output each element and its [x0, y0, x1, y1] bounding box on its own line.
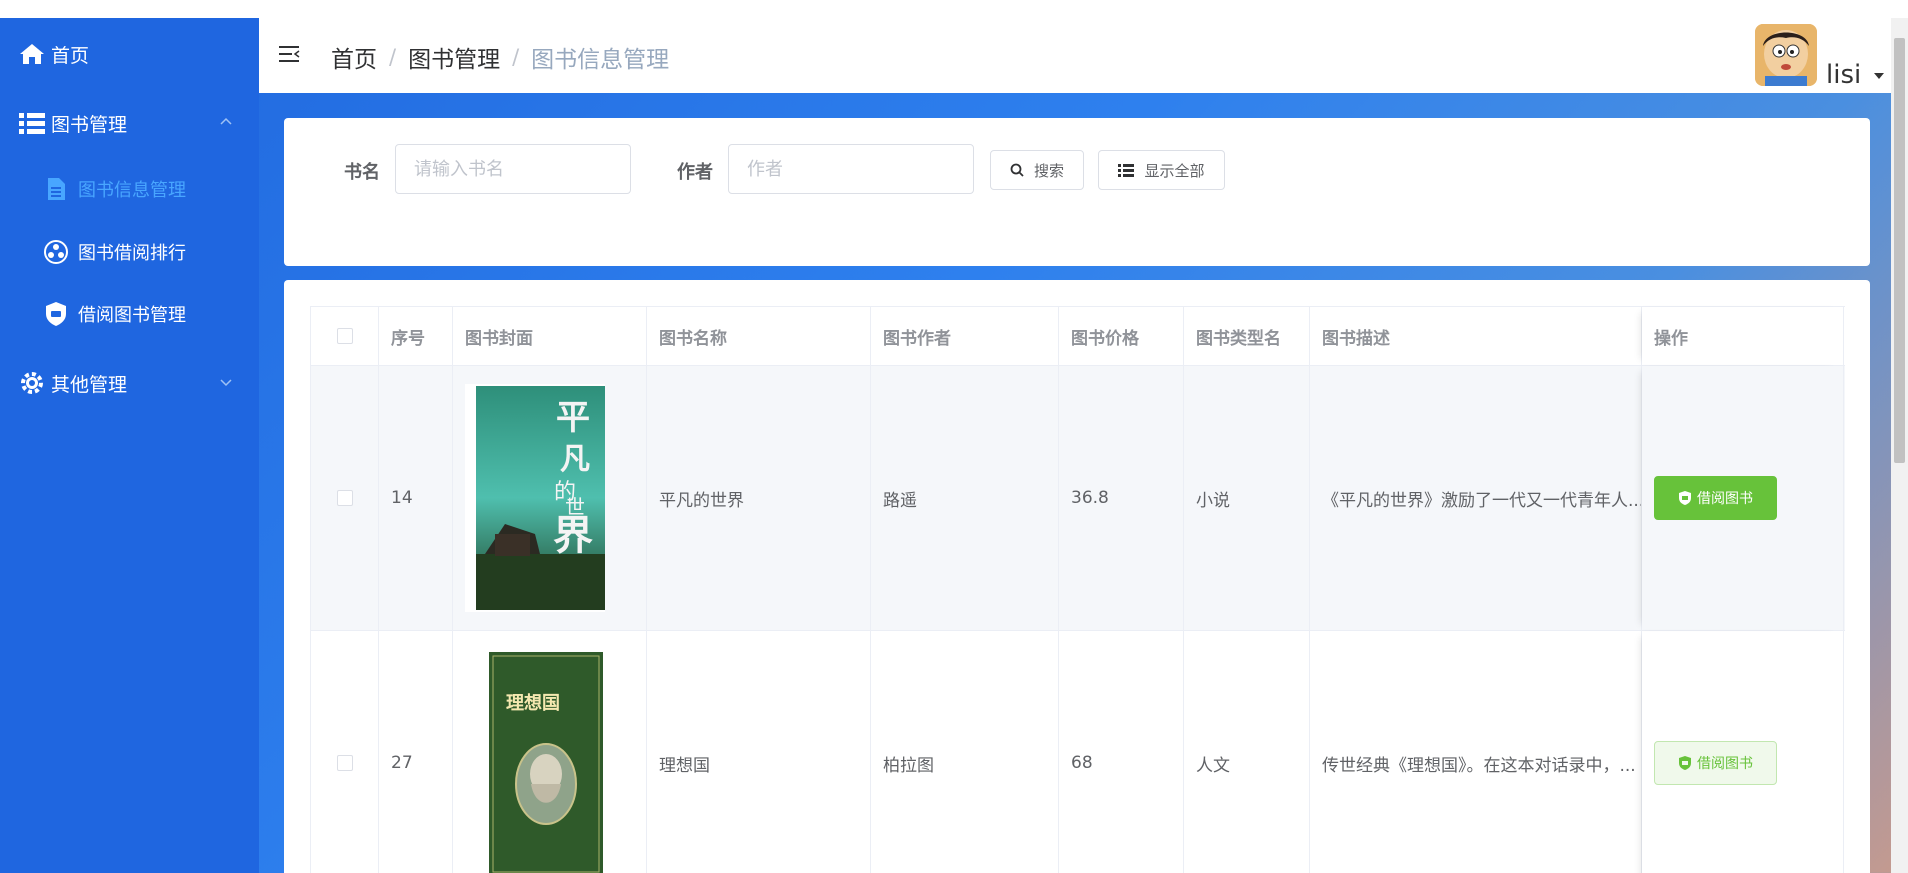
column-header-name: 图书名称 — [647, 307, 871, 365]
show-all-button[interactable]: 显示全部 — [1098, 150, 1225, 190]
search-icon — [1010, 163, 1024, 177]
table-row: 27 理想国 理想国 柏拉图 68 人文 传世经典《理想国》。在这本对话录中，.… — [311, 631, 1845, 873]
svg-text:世: 世 — [565, 495, 585, 519]
cell-id: 27 — [379, 631, 453, 873]
cell-action: 借阅图书 — [1642, 366, 1844, 630]
cell-price: 68 — [1059, 631, 1184, 873]
column-header-id: 序号 — [379, 307, 453, 365]
gear-icon — [17, 368, 47, 398]
scrollbar-thumb[interactable] — [1894, 38, 1905, 463]
list-icon — [17, 108, 47, 138]
select-all-checkbox[interactable] — [336, 328, 353, 344]
sidebar-item-label: 借阅图书管理 — [78, 305, 186, 326]
book-name-label: 书名 — [344, 162, 380, 183]
books-table: 序号 图书封面 图书名称 图书作者 图书价格 图书类型名 图书描述 操作 14 — [310, 306, 1845, 873]
cell-type: 小说 — [1184, 366, 1310, 630]
sidebar-item-borrow-management[interactable]: 借阅图书管理 — [0, 294, 259, 334]
breadcrumb-separator: / — [389, 45, 397, 69]
sidebar-item-label: 图书借阅排行 — [78, 243, 186, 264]
search-button[interactable]: 搜索 — [990, 150, 1084, 190]
column-header-description: 图书描述 — [1310, 307, 1642, 365]
sidebar-item-label: 图书信息管理 — [78, 180, 186, 201]
borrow-book-label: 借阅图书 — [1697, 491, 1753, 507]
search-button-label: 搜索 — [1033, 161, 1064, 180]
home-icon — [17, 39, 47, 69]
row-checkbox[interactable] — [336, 755, 353, 771]
column-header-type: 图书类型名 — [1184, 307, 1310, 365]
cell-price: 36.8 — [1059, 366, 1184, 630]
book-cover-image: 平 凡 的 界 世 — [465, 384, 605, 612]
sidebar-item-label: 其他管理 — [51, 373, 128, 396]
cell-type: 人文 — [1184, 631, 1310, 873]
cell-description: 《平凡的世界》激励了一代又一代青年人... — [1310, 366, 1642, 630]
cell-action: 借阅图书 — [1642, 631, 1844, 873]
row-select-cell — [311, 631, 379, 873]
show-all-button-label: 显示全部 — [1144, 161, 1205, 180]
borrow-book-label: 借阅图书 — [1697, 756, 1753, 772]
column-header-action: 操作 — [1642, 307, 1844, 365]
cell-cover: 理想国 — [453, 631, 647, 873]
cover-title: 平 — [556, 398, 590, 438]
chevron-up-icon — [220, 117, 232, 125]
avatar[interactable] — [1755, 24, 1817, 86]
sidebar-item-book-management[interactable]: 图书管理 — [0, 103, 259, 143]
ranking-icon — [42, 238, 70, 266]
cell-cover: 平 凡 的 界 世 — [453, 366, 647, 630]
caret-down-icon[interactable] — [1874, 73, 1884, 79]
cell-author: 柏拉图 — [871, 631, 1059, 873]
borrow-book-button[interactable]: 借阅图书 — [1654, 741, 1777, 785]
sidebar-item-borrow-ranking[interactable]: 图书借阅排行 — [0, 232, 259, 272]
cell-name: 平凡的世界 — [647, 366, 871, 630]
borrow-book-button[interactable]: 借阅图书 — [1654, 476, 1777, 520]
breadcrumb-home[interactable]: 首页 — [331, 40, 377, 74]
column-header-price: 图书价格 — [1059, 307, 1184, 365]
search-panel: 书名 作者 搜索 显示全部 — [284, 118, 1870, 266]
browser-strip — [0, 0, 1908, 18]
cell-description: 传世经典《理想国》。在这本对话录中，... — [1310, 631, 1642, 873]
table-header-row: 序号 图书封面 图书名称 图书作者 图书价格 图书类型名 图书描述 操作 — [311, 307, 1845, 366]
menu-collapse-icon[interactable] — [279, 44, 301, 64]
sidebar: 首页 图书管理 图书信息管理 图书借阅排行 借阅图书管理 其他管理 — [0, 18, 259, 873]
document-icon — [42, 175, 70, 203]
sidebar-item-home[interactable]: 首页 — [0, 34, 259, 74]
shield-icon — [1678, 755, 1692, 771]
chevron-down-icon — [220, 379, 232, 387]
username[interactable]: lisi — [1826, 60, 1861, 90]
svg-text:凡: 凡 — [560, 442, 590, 477]
list-icon — [1118, 163, 1135, 177]
top-header: 首页 / 图书管理 / 图书信息管理 lisi — [259, 18, 1891, 93]
author-label: 作者 — [677, 162, 713, 183]
sidebar-item-label: 首页 — [51, 44, 90, 67]
author-input[interactable] — [728, 144, 974, 194]
shield-icon — [1678, 490, 1692, 506]
sidebar-item-other[interactable]: 其他管理 — [0, 363, 259, 403]
sidebar-item-book-info[interactable]: 图书信息管理 — [0, 169, 259, 209]
select-all-cell — [311, 307, 379, 365]
cell-author: 路遥 — [871, 366, 1059, 630]
cell-name: 理想国 — [647, 631, 871, 873]
book-cover-image: 理想国 — [465, 649, 605, 873]
sidebar-item-label: 图书管理 — [51, 113, 128, 136]
breadcrumb-book-management[interactable]: 图书管理 — [408, 40, 500, 74]
book-name-input[interactable] — [395, 144, 631, 194]
column-header-author: 图书作者 — [871, 307, 1059, 365]
cell-id: 14 — [379, 366, 453, 630]
table-panel: 序号 图书封面 图书名称 图书作者 图书价格 图书类型名 图书描述 操作 14 — [284, 280, 1870, 873]
breadcrumb-current: 图书信息管理 — [531, 47, 670, 73]
row-select-cell — [311, 366, 379, 630]
shield-icon — [42, 300, 70, 328]
breadcrumb: 首页 / 图书管理 / 图书信息管理 — [331, 40, 669, 74]
column-header-cover: 图书封面 — [453, 307, 647, 365]
svg-text:界: 界 — [553, 512, 593, 559]
breadcrumb-separator: / — [512, 45, 520, 69]
row-checkbox[interactable] — [336, 490, 353, 506]
table-row: 14 平 凡 的 界 世 平凡的世界 路遥 36.8 小说 《平凡的世界》激励了… — [311, 366, 1845, 631]
cover-title: 理想国 — [506, 692, 560, 714]
scrollbar[interactable] — [1891, 18, 1908, 873]
